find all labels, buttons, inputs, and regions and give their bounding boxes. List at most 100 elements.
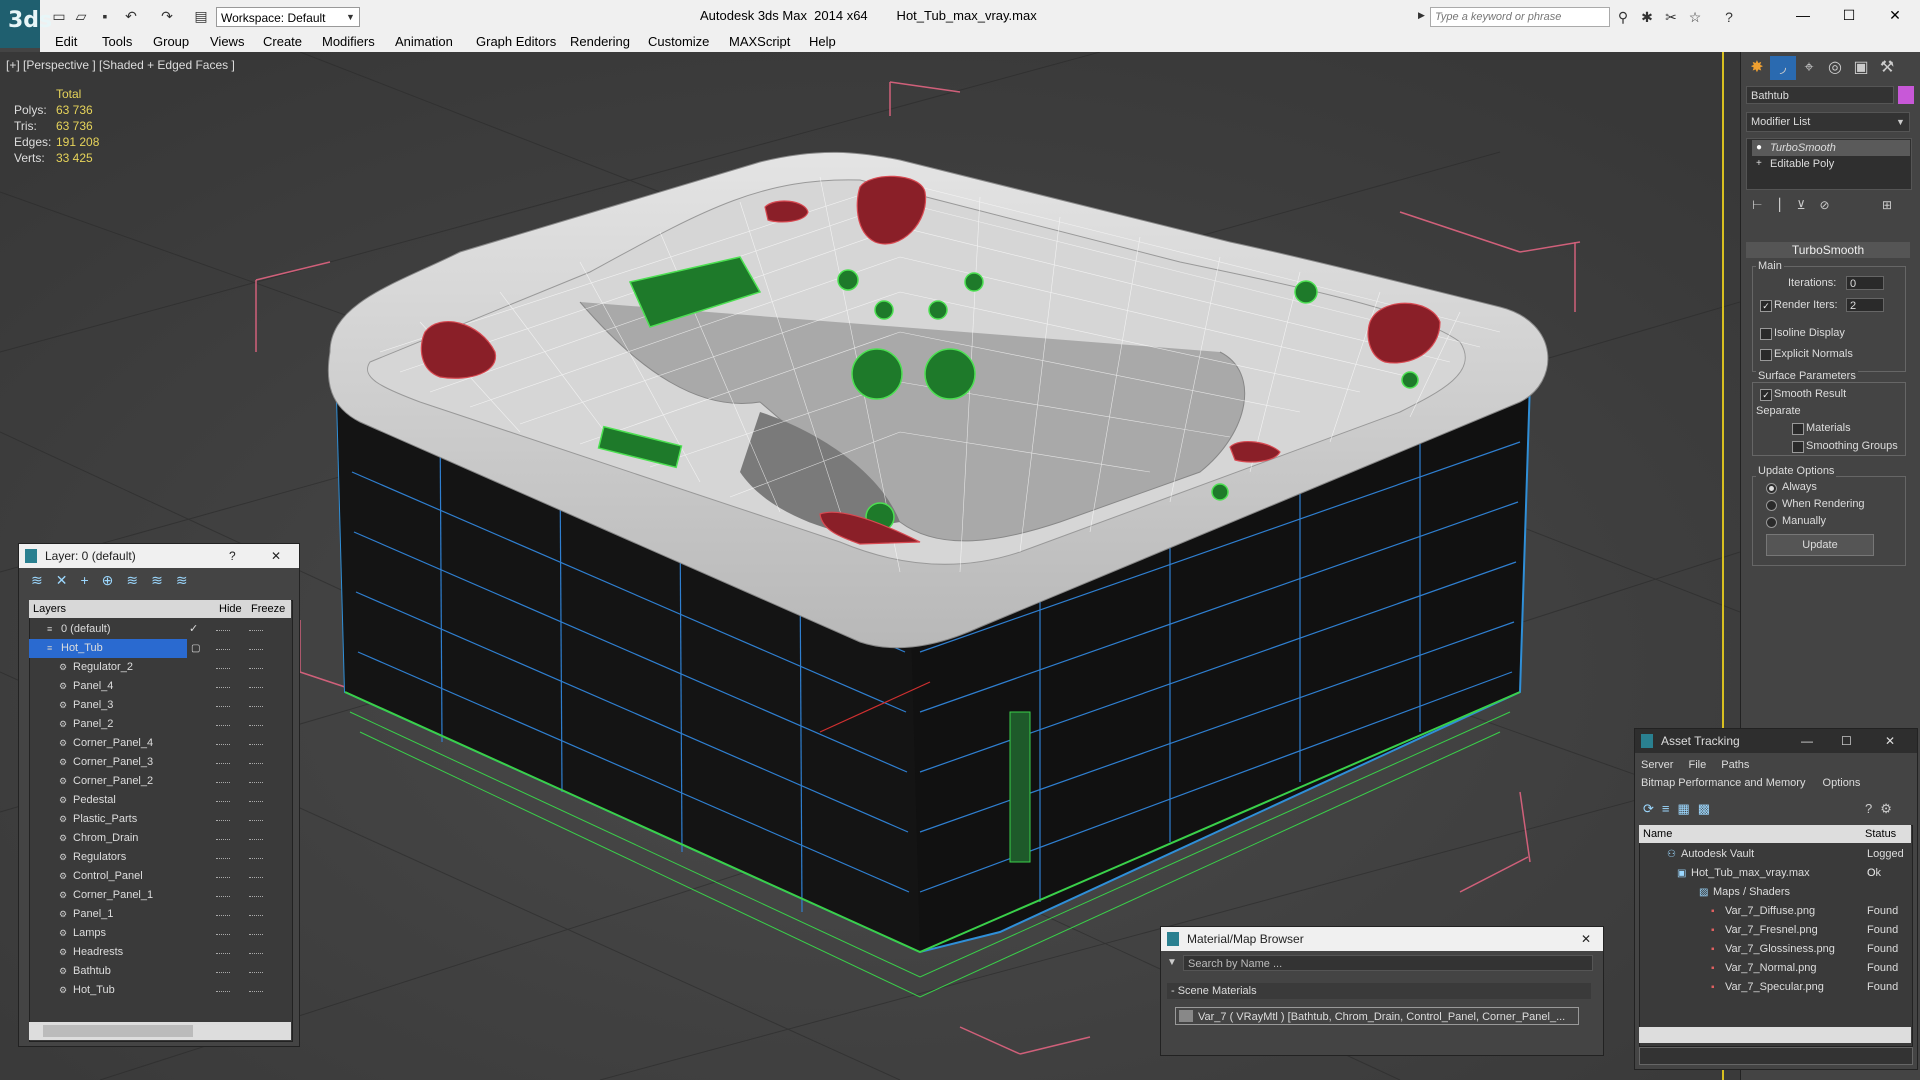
freeze-toggle[interactable] bbox=[249, 858, 263, 860]
menu-paths[interactable]: Paths bbox=[1721, 759, 1749, 771]
asset-toolbar-icons[interactable]: ⟳≡▦▩ bbox=[1643, 801, 1718, 817]
asset-scrollbar[interactable] bbox=[1639, 1027, 1911, 1043]
layer-row[interactable]: ⚙ Panel_4 bbox=[29, 677, 291, 696]
new-file-icon[interactable]: ▭ bbox=[50, 7, 68, 25]
object-color-swatch[interactable] bbox=[1898, 86, 1914, 104]
layer-row[interactable]: ⚙ Regulators bbox=[29, 848, 291, 867]
open-file-icon[interactable]: ▱ bbox=[72, 7, 90, 25]
materials-checkbox[interactable] bbox=[1792, 423, 1804, 435]
layer-scrollbar[interactable] bbox=[29, 1022, 291, 1040]
bulb-icon[interactable]: ● bbox=[1756, 142, 1762, 153]
column-freeze[interactable]: Freeze bbox=[251, 600, 285, 618]
save-icon[interactable]: ▪ bbox=[96, 7, 114, 25]
render-iters-spinner[interactable]: 2 bbox=[1846, 298, 1884, 312]
create-tab-icon[interactable]: ✸ bbox=[1744, 56, 1770, 80]
layer-row[interactable]: ⚙ Plastic_Parts bbox=[29, 810, 291, 829]
asset-row[interactable]: ▪ Var_7_Fresnel.png Found bbox=[1641, 921, 1911, 940]
hide-toggle[interactable] bbox=[216, 630, 230, 632]
menu-file[interactable]: File bbox=[1688, 759, 1706, 771]
column-name[interactable]: Name bbox=[1643, 825, 1672, 843]
freeze-toggle[interactable] bbox=[249, 782, 263, 784]
material-entry[interactable]: Var_7 ( VRayMtl ) [Bathtub, Chrom_Drain,… bbox=[1175, 1007, 1579, 1025]
freeze-toggle[interactable] bbox=[249, 725, 263, 727]
modify-tab-icon[interactable]: ◞ bbox=[1770, 56, 1796, 80]
column-hide[interactable]: Hide bbox=[219, 600, 242, 618]
asset-row[interactable]: ▪ Var_7_Specular.png Found bbox=[1641, 978, 1911, 997]
hide-toggle[interactable] bbox=[216, 972, 230, 974]
layer-row[interactable]: ≡ Hot_Tub ▢ bbox=[29, 639, 263, 658]
search-input[interactable]: Type a keyword or phrase bbox=[1430, 7, 1610, 27]
update-button[interactable]: Update bbox=[1766, 534, 1874, 556]
freeze-toggle[interactable] bbox=[249, 877, 263, 879]
asset-path-field[interactable] bbox=[1639, 1047, 1913, 1065]
menu-animation[interactable]: Animation bbox=[395, 34, 453, 49]
undo-icon[interactable]: ↶ bbox=[122, 7, 140, 25]
freeze-toggle[interactable] bbox=[249, 668, 263, 670]
freeze-toggle[interactable] bbox=[249, 991, 263, 993]
hide-toggle[interactable] bbox=[216, 934, 230, 936]
chevron-right-icon[interactable]: ▶ bbox=[1418, 10, 1428, 24]
layer-row[interactable]: ⚙ Corner_Panel_2 bbox=[29, 772, 291, 791]
close-button[interactable]: ✕ bbox=[1581, 927, 1591, 951]
project-folder-icon[interactable]: ▤ bbox=[192, 7, 210, 25]
chevron-down-icon[interactable]: ▼ bbox=[1896, 112, 1910, 132]
smooth-result-checkbox[interactable]: ✓ bbox=[1760, 389, 1772, 401]
menu-group[interactable]: Group bbox=[153, 34, 189, 49]
favorites-icon[interactable]: ☆ bbox=[1686, 8, 1704, 26]
close-button[interactable]: ✕ bbox=[1872, 0, 1918, 30]
menu-modifiers[interactable]: Modifiers bbox=[322, 34, 375, 49]
hide-toggle[interactable] bbox=[216, 763, 230, 765]
close-button[interactable]: ✕ bbox=[271, 544, 281, 568]
hide-toggle[interactable] bbox=[216, 687, 230, 689]
close-button[interactable]: ✕ bbox=[1885, 729, 1895, 753]
always-radio[interactable] bbox=[1766, 483, 1777, 494]
hide-toggle[interactable] bbox=[216, 953, 230, 955]
asset-row[interactable]: ▪ Var_7_Normal.png Found bbox=[1641, 959, 1911, 978]
menu-edit[interactable]: Edit bbox=[55, 34, 77, 49]
layer-row[interactable]: ⚙ Control_Panel bbox=[29, 867, 291, 886]
menu-tools[interactable]: Tools bbox=[102, 34, 132, 49]
layer-row[interactable]: ⚙ Chrom_Drain bbox=[29, 829, 291, 848]
motion-tab-icon[interactable]: ◎ bbox=[1822, 56, 1848, 80]
freeze-toggle[interactable] bbox=[249, 706, 263, 708]
menu-graph-editors[interactable]: Graph Editors bbox=[476, 34, 556, 49]
freeze-toggle[interactable] bbox=[249, 820, 263, 822]
hide-toggle[interactable] bbox=[216, 649, 230, 651]
column-layers[interactable]: Layers bbox=[33, 600, 66, 618]
scene-materials-header[interactable]: - Scene Materials bbox=[1167, 983, 1591, 999]
material-browser-titlebar[interactable]: Material/Map Browser ✕ bbox=[1161, 927, 1603, 951]
asset-tracking-titlebar[interactable]: Asset Tracking — ☐ ✕ bbox=[1635, 729, 1917, 753]
asset-row[interactable]: ⚇ Autodesk Vault Logged O bbox=[1641, 845, 1911, 879]
hide-toggle[interactable] bbox=[216, 782, 230, 784]
layer-row[interactable]: ≡ 0 (default) ✓ bbox=[29, 620, 291, 639]
object-name-field[interactable]: Bathtub bbox=[1746, 86, 1894, 104]
redo-icon[interactable]: ↷ bbox=[158, 7, 176, 25]
freeze-toggle[interactable] bbox=[249, 972, 263, 974]
layer-row[interactable]: ⚙ Corner_Panel_4 bbox=[29, 734, 291, 753]
material-search-input[interactable]: Search by Name ... bbox=[1183, 955, 1593, 971]
asset-help-icons[interactable]: ?⚙ bbox=[1865, 801, 1900, 817]
freeze-toggle[interactable] bbox=[249, 953, 263, 955]
asset-row[interactable]: ▪ Var_7_Diffuse.png Found bbox=[1641, 902, 1911, 921]
layer-row[interactable]: ⚙ Panel_3 bbox=[29, 696, 291, 715]
explicit-normals-checkbox[interactable] bbox=[1760, 349, 1772, 361]
layer-row[interactable]: ⚙ Pedestal bbox=[29, 791, 291, 810]
hide-toggle[interactable] bbox=[216, 915, 230, 917]
layer-window-titlebar[interactable]: Layer: 0 (default) ? ✕ bbox=[19, 544, 299, 568]
freeze-toggle[interactable] bbox=[249, 839, 263, 841]
hierarchy-tab-icon[interactable]: ⌖ bbox=[1796, 56, 1822, 80]
maximize-button[interactable]: ☐ bbox=[1826, 0, 1872, 30]
maximize-button[interactable]: ☐ bbox=[1841, 729, 1852, 753]
menu-rendering[interactable]: Rendering bbox=[570, 34, 630, 49]
stack-item-editable-poly[interactable]: Editable Poly bbox=[1752, 156, 1910, 172]
hide-toggle[interactable] bbox=[216, 896, 230, 898]
freeze-toggle[interactable] bbox=[249, 934, 263, 936]
hide-toggle[interactable] bbox=[216, 706, 230, 708]
layer-row[interactable]: ⚙ Hot_Tub bbox=[29, 981, 291, 1000]
freeze-toggle[interactable] bbox=[249, 687, 263, 689]
layer-row[interactable]: ⚙ Lamps bbox=[29, 924, 291, 943]
iterations-spinner[interactable]: 0 bbox=[1846, 276, 1884, 290]
rollout-turbosmooth[interactable]: TurboSmooth bbox=[1746, 242, 1910, 258]
stack-item-turbosmooth[interactable]: TurboSmooth bbox=[1752, 140, 1910, 156]
chevron-down-icon[interactable]: ▼ bbox=[346, 7, 360, 27]
